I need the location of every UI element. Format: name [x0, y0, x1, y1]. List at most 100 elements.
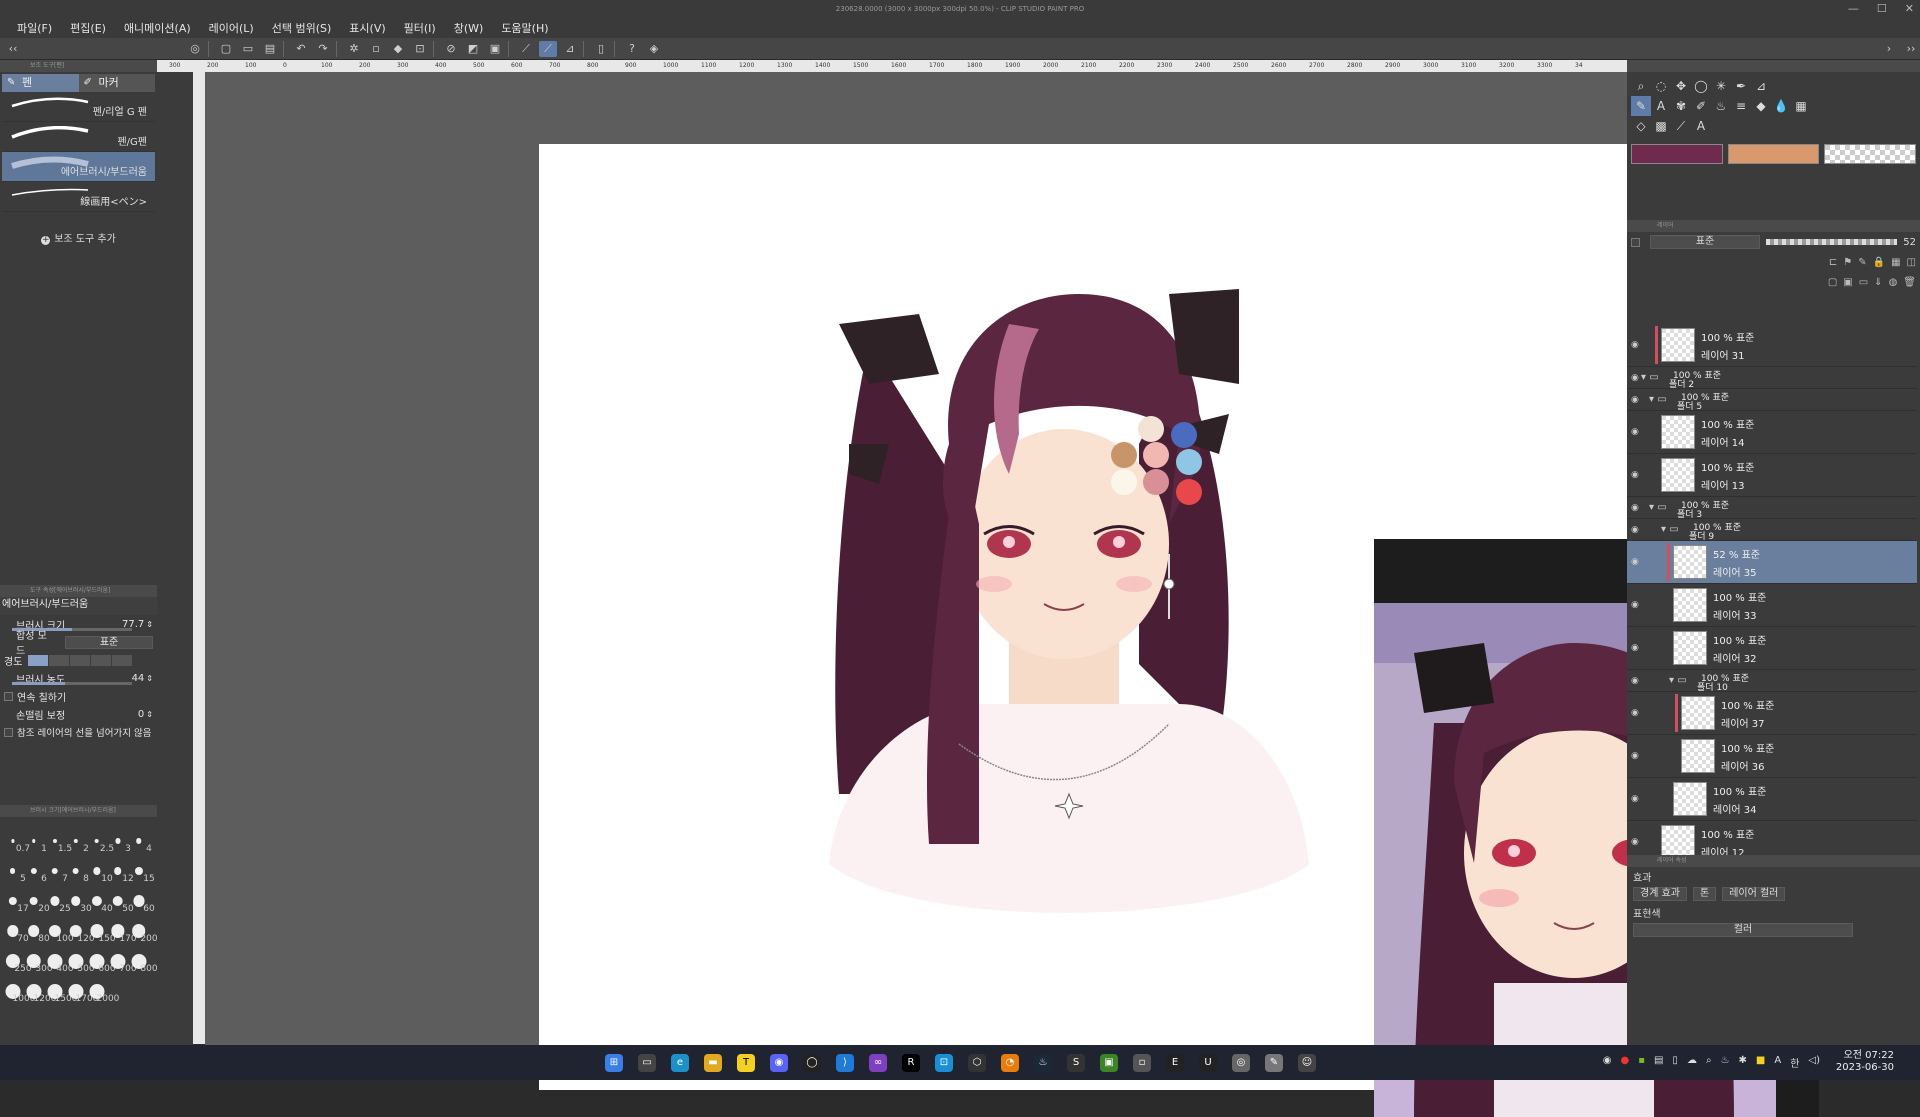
sub-color-swatch[interactable] — [1727, 144, 1820, 164]
eye-icon[interactable]: ◉ — [1631, 525, 1639, 535]
bluetooth-tray-icon[interactable]: ✱ — [1739, 1055, 1747, 1070]
transform-icon[interactable]: ⊡ — [411, 41, 429, 57]
brush-size-preset[interactable]: 1.5 — [44, 829, 72, 854]
speaker-icon[interactable]: ◁) — [1808, 1055, 1820, 1070]
eye-icon[interactable]: ◉ — [1631, 373, 1639, 383]
crop-icon[interactable]: ⊘ — [442, 41, 460, 57]
brush-size-preset[interactable]: 1700 — [65, 979, 98, 1004]
layer-color-button[interactable]: 레이어 컬러 — [1722, 887, 1786, 901]
hardness-levels[interactable] — [28, 654, 133, 666]
clear-icon[interactable]: ▫ — [367, 41, 385, 57]
menu-filter[interactable]: 필터(I) — [395, 20, 445, 36]
layer-row[interactable]: ◉ 100 % 표준 레이어 32 — [1627, 627, 1917, 670]
brush-size-header[interactable]: 브러시 크기[에어브러시/부드러움] — [0, 805, 157, 817]
decoration-icon[interactable]: ✾ — [1671, 96, 1691, 116]
eye-icon[interactable]: ◉ — [1631, 427, 1639, 437]
stepper-icon[interactable]: ⇕ — [146, 674, 153, 683]
brush-size-preset[interactable]: 4 — [128, 829, 152, 854]
folder-icon[interactable]: ▾ ▭ — [1649, 394, 1667, 405]
brush-size-preset[interactable]: 300 — [23, 949, 53, 974]
brush-size-preset[interactable]: 1000 — [2, 979, 35, 1004]
eye-icon[interactable]: ◉ — [1631, 340, 1639, 350]
brush-size-preset[interactable]: 1200 — [23, 979, 56, 1004]
clip-studio-icon[interactable]: ◎ — [186, 41, 204, 57]
steam-icon[interactable]: ♨ — [1034, 1054, 1052, 1072]
lock-icon[interactable]: 🔒 — [1873, 257, 1885, 268]
eye-icon[interactable]: ◉ — [1631, 837, 1639, 847]
clip-studio-icon[interactable]: ◎ — [1232, 1054, 1250, 1072]
layer-folder-row[interactable]: ◉ ▾ ▭ 100 % 표준 폴더 9 — [1627, 519, 1917, 542]
brush-size-preset[interactable]: 600 — [86, 949, 116, 974]
layer-row[interactable]: ◉ 100 % 표준 레이어 34 — [1627, 778, 1917, 821]
layer-opacity-value[interactable]: 52 — [1903, 237, 1916, 248]
brush-size-preset[interactable]: 1500 — [44, 979, 77, 1004]
search-tray-icon[interactable]: ⌕ — [1706, 1055, 1712, 1070]
font-icon[interactable]: A — [1691, 116, 1711, 136]
layer-blend-select[interactable]: 표준 — [1650, 235, 1760, 249]
eye-icon[interactable]: ◉ — [1631, 794, 1639, 804]
collapse-right-icon[interactable]: ›› — [1902, 41, 1920, 57]
expression-select[interactable]: 컬러 — [1633, 923, 1853, 937]
move-icon[interactable]: ✥ — [1671, 76, 1691, 96]
close-button[interactable]: ✕ — [1905, 0, 1914, 18]
layer-row[interactable]: ◉ 52 % 표준 레이어 35 — [1627, 541, 1917, 584]
density-slider[interactable] — [12, 682, 132, 685]
brush-size-preset[interactable]: 70 — [2, 919, 29, 944]
airbrush-icon[interactable]: ♨ — [1711, 96, 1731, 116]
redo-icon[interactable]: ↷ — [314, 41, 332, 57]
tab-pen[interactable]: ✎ 펜 — [2, 74, 79, 92]
companion-icon[interactable]: ◈ — [645, 41, 663, 57]
brush-size-preset[interactable]: 800 — [128, 949, 158, 974]
clock[interactable]: 오전 07:22 2023-06-30 — [1836, 1050, 1894, 1074]
brush-size-preset[interactable]: 7 — [44, 859, 68, 884]
fill-icon[interactable]: ◇ — [1631, 116, 1651, 136]
brush-size-preset[interactable]: 0.7 — [2, 829, 30, 854]
clip-studio-paint-icon[interactable]: ✎ — [1265, 1054, 1283, 1072]
merge-icon[interactable]: ⇓ — [1874, 277, 1882, 288]
steam-tray-icon[interactable]: ♨ — [1721, 1055, 1730, 1070]
transparent-color-swatch[interactable] — [1824, 144, 1917, 164]
layer-row[interactable]: ◉ 100 % 표준 레이어 31 — [1627, 324, 1917, 367]
eye-icon[interactable]: ◉ — [1631, 751, 1639, 761]
cloud-tray-icon[interactable]: ☁ — [1687, 1055, 1697, 1070]
layer-folder-row[interactable]: ◉ ▾ ▭ 100 % 표준 폴더 3 — [1627, 497, 1917, 520]
discord-icon[interactable]: ◉ — [770, 1054, 788, 1072]
blender-icon[interactable]: ◔ — [1001, 1054, 1019, 1072]
operation-icon[interactable]: ◌ — [1651, 76, 1671, 96]
brush-size-preset[interactable]: 60 — [128, 889, 155, 914]
eye-icon[interactable]: ◉ — [1631, 708, 1639, 718]
layer-row[interactable]: ◉ 100 % 표준 레이어 36 — [1627, 735, 1917, 778]
ruler-snap-icon[interactable]: ⟋ — [517, 41, 535, 57]
brush-item[interactable]: 펜/G펜 — [2, 122, 155, 152]
clear-selection-icon[interactable]: ▣ — [486, 41, 504, 57]
epic-games-icon[interactable]: E — [1166, 1054, 1184, 1072]
folder-icon[interactable]: ▾ ▭ — [1641, 372, 1659, 383]
minecraft-icon[interactable]: ▣ — [1100, 1054, 1118, 1072]
stepper-icon[interactable]: ⇕ — [146, 620, 153, 629]
brush-size-preset[interactable]: 50 — [107, 889, 134, 914]
brush-size-preset[interactable]: 5 — [2, 859, 26, 884]
layer-property-header[interactable]: 레이어 속성 — [1627, 855, 1920, 867]
ime-tray-icon[interactable]: A — [1774, 1055, 1781, 1070]
brush-size-preset[interactable]: 12 — [107, 859, 134, 884]
gradient-icon[interactable]: ▩ — [1651, 116, 1671, 136]
task-view-icon[interactable]: ▭ — [638, 1054, 656, 1072]
main-color-swatch[interactable] — [1631, 144, 1723, 164]
invert-icon[interactable]: ◩ — [464, 41, 482, 57]
ref-layer-row[interactable]: 참조 레이어의 선을 넘어가지 않음 — [0, 723, 157, 741]
github-icon[interactable]: ◯ — [803, 1054, 821, 1072]
ref-layer-checkbox[interactable] — [4, 727, 13, 737]
save-icon[interactable]: ▤ — [261, 41, 279, 57]
brush-size-preset[interactable]: 8 — [65, 859, 89, 884]
new-layer-icon[interactable]: ▢ — [1828, 277, 1837, 288]
discord-tray-icon[interactable]: ◉ — [1603, 1055, 1612, 1070]
delete-layer-icon[interactable]: 🗑 — [1903, 277, 1916, 288]
brush-size-preset[interactable]: 170 — [107, 919, 137, 944]
blend-mode-select[interactable]: 표준 — [65, 635, 153, 649]
folder-icon[interactable]: ▾ ▭ — [1661, 524, 1679, 535]
eye-icon[interactable]: ◉ — [1631, 503, 1639, 513]
new-folder-icon[interactable]: ▭ — [1859, 277, 1868, 288]
new-vector-icon[interactable]: ▣ — [1843, 277, 1852, 288]
brush-size-preset[interactable]: 3 — [107, 829, 131, 854]
help-icon[interactable]: ? — [623, 41, 641, 57]
